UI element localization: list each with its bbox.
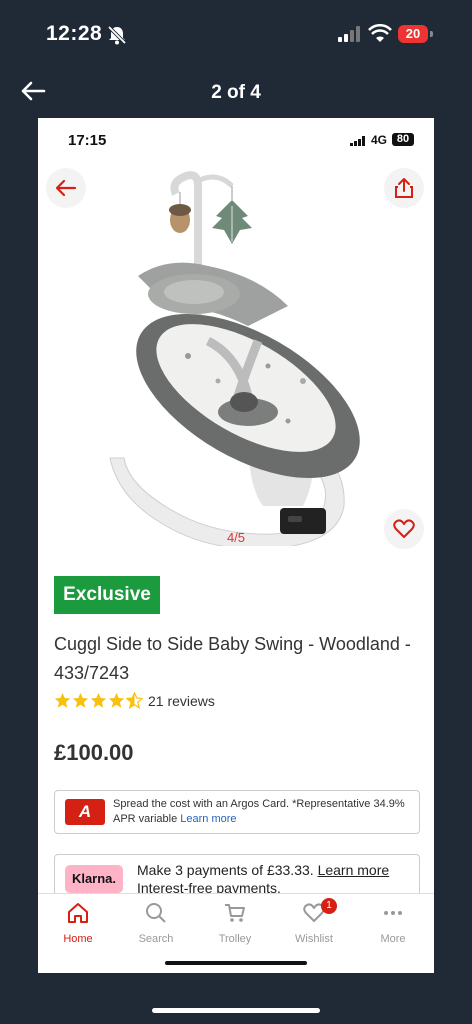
share-button[interactable]: [384, 168, 424, 208]
argos-card-text: Spread the cost with an Argos Card. *Rep…: [113, 797, 413, 827]
inner-signal-icon: [350, 136, 365, 146]
nav-home[interactable]: Home: [43, 902, 113, 945]
argos-learn-more-link[interactable]: Learn more: [180, 813, 236, 825]
status-bar: 12:28 20: [0, 0, 472, 70]
klarna-text: Make 3 payments of £33.33. Learn more In…: [137, 861, 389, 897]
nav-trolley-label: Trolley: [218, 933, 252, 945]
nav-home-label: Home: [63, 933, 93, 945]
nav-trolley[interactable]: Trolley: [200, 902, 270, 945]
trolley-icon: [225, 904, 245, 922]
argos-card-promo[interactable]: A Spread the cost with an Argos Card. *R…: [54, 790, 420, 834]
star-icon: [90, 692, 107, 708]
wifi-icon: [368, 24, 392, 42]
product-image[interactable]: [98, 166, 368, 546]
klarna-description: Make 3 payments of £33.33.: [137, 862, 318, 878]
star-icon: [108, 692, 125, 708]
image-carousel-counter: 4/5: [226, 530, 246, 545]
add-to-wishlist-button[interactable]: [384, 509, 424, 549]
battery-indicator: 20: [398, 25, 428, 43]
nav-search-label: Search: [138, 933, 174, 945]
star-half-icon: [126, 692, 143, 709]
inner-status-time: 17:15: [68, 132, 107, 149]
battery-nub: [430, 31, 433, 37]
nav-search[interactable]: Search: [121, 902, 191, 945]
signal-icon: [338, 26, 360, 42]
nav-wishlist[interactable]: 1 Wishlist: [279, 898, 349, 945]
nav-more-label: More: [380, 933, 406, 945]
home-indicator[interactable]: [152, 1008, 320, 1013]
product-price: £100.00: [54, 740, 134, 765]
argos-card-logo: A: [65, 799, 105, 825]
image-counter-header: 2 of 4: [211, 82, 261, 103]
klarna-learn-more-link[interactable]: Learn more: [318, 862, 390, 878]
product-title: Cuggl Side to Side Baby Swing - Woodland…: [54, 634, 411, 683]
klarna-logo: Klarna.: [65, 865, 123, 893]
share-icon: [395, 178, 413, 198]
inner-home-indicator: [165, 961, 307, 965]
heart-icon: [393, 519, 415, 538]
star-icon: [72, 692, 89, 708]
status-time: 12:28: [46, 22, 103, 45]
home-icon: [68, 903, 88, 923]
argos-card-description: Spread the cost with an Argos Card. *Rep…: [113, 798, 405, 825]
screenshot-preview: 17:15 4G 80 4/5 Exclusive Cuggl Side to …: [38, 118, 434, 973]
product-back-button[interactable]: [46, 168, 86, 208]
inner-battery: 80: [392, 133, 414, 146]
wishlist-count-badge: 1: [321, 898, 337, 914]
more-icon: [384, 911, 402, 915]
inner-network-label: 4G: [371, 133, 388, 147]
back-arrow-icon: [55, 179, 77, 197]
bell-muted-icon: [107, 25, 127, 45]
rating-stars: [54, 692, 143, 709]
nav-wishlist-label: Wishlist: [295, 933, 333, 945]
search-icon: [146, 903, 166, 923]
exclusive-badge: Exclusive: [54, 576, 160, 614]
star-icon: [54, 692, 71, 708]
reviews-link[interactable]: 21 reviews: [148, 693, 215, 709]
nav-more[interactable]: More: [358, 902, 428, 945]
